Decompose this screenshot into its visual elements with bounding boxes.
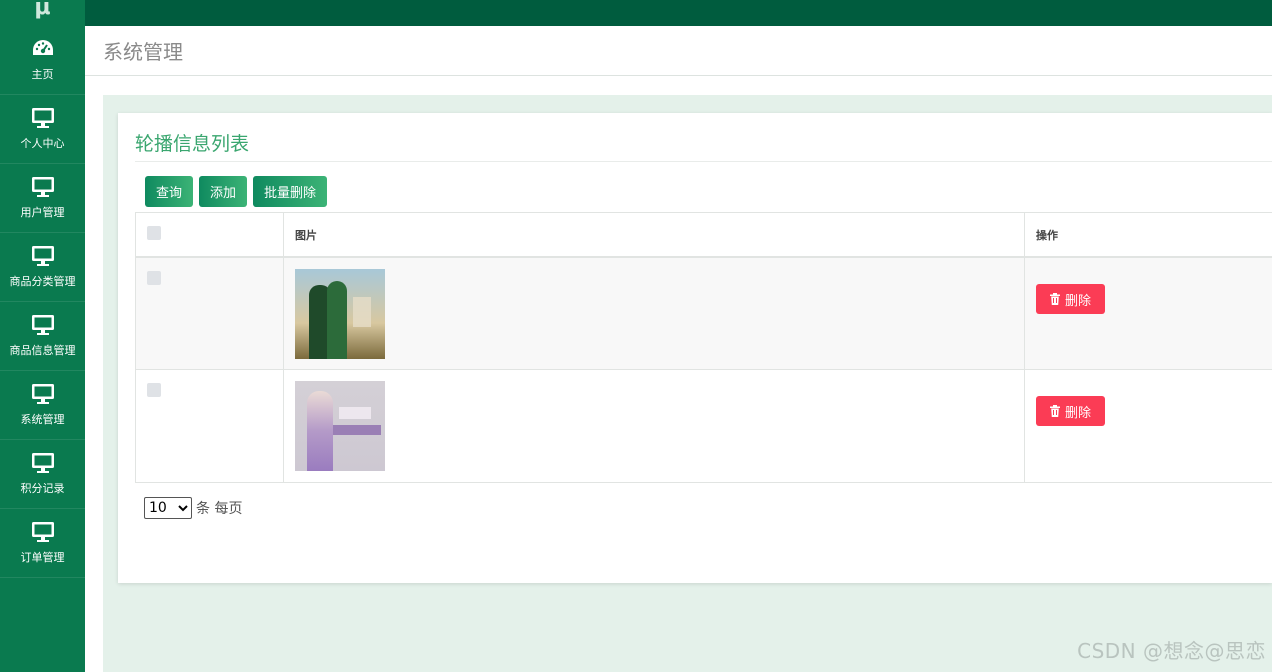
table-row: 删除 — [136, 370, 1272, 482]
dashboard-icon — [32, 40, 53, 55]
panel-divider — [135, 161, 1272, 162]
delete-button[interactable]: 删除 — [1036, 396, 1105, 426]
select-all-checkbox[interactable] — [147, 226, 161, 240]
sidebar-item-personal-center[interactable]: 个人中心 — [0, 95, 85, 164]
sidebar: μ 主页 个人中心 用户管理 商品分类管理 商品信息管理 系统管理 积分记录 订… — [0, 0, 85, 672]
image-cell — [284, 370, 1025, 482]
table-row: 删除 — [136, 258, 1272, 370]
row-checkbox-cell — [136, 258, 284, 369]
monitor-icon — [31, 453, 54, 473]
row-checkbox[interactable] — [147, 271, 161, 285]
monitor-icon — [31, 522, 54, 542]
top-bar — [85, 0, 1272, 26]
pager: 102050 条 每页 — [144, 497, 242, 519]
list-panel: 轮播信息列表 查询 添加 批量删除 图片 操作 删除 删除 10 条 每页 — [118, 113, 1272, 583]
page-size-select[interactable]: 102050 — [144, 497, 192, 519]
monitor-icon — [31, 384, 54, 404]
actions-cell: 删除 — [1025, 370, 1272, 482]
delete-label: 删除 — [1064, 293, 1091, 309]
sidebar-item-label: 商品信息管理 — [9, 344, 76, 357]
monitor-icon — [31, 315, 54, 335]
sidebar-item-product-management[interactable]: 商品信息管理 — [0, 302, 85, 371]
table-header: 图片 操作 — [136, 213, 1272, 258]
page-header: 系统管理 — [85, 26, 1272, 76]
sidebar-item-label: 主页 — [31, 68, 54, 81]
sidebar-item-order-management[interactable]: 订单管理 — [0, 509, 85, 578]
sidebar-item-label: 积分记录 — [20, 482, 65, 495]
sidebar-item-label: 订单管理 — [20, 551, 65, 564]
trash-icon — [1049, 405, 1060, 417]
delete-label: 删除 — [1064, 405, 1091, 421]
logo: μ — [0, 0, 85, 26]
row-checkbox[interactable] — [147, 383, 161, 397]
carousel-table: 图片 操作 删除 删除 — [135, 212, 1272, 483]
batch-delete-button[interactable]: 批量删除 — [253, 176, 328, 207]
sidebar-item-label: 商品分类管理 — [9, 275, 76, 288]
sidebar-item-user-management[interactable]: 用户管理 — [0, 164, 85, 233]
row-checkbox-cell — [136, 370, 284, 482]
sidebar-item-category-management[interactable]: 商品分类管理 — [0, 233, 85, 302]
sidebar-item-system-management[interactable]: 系统管理 — [0, 371, 85, 440]
watermark: CSDN @想念@思恋 — [1077, 639, 1266, 663]
add-button[interactable]: 添加 — [199, 176, 248, 207]
sidebar-item-home[interactable]: 主页 — [0, 26, 85, 95]
page-title: 系统管理 — [103, 40, 183, 64]
header-checkbox-cell — [136, 213, 284, 256]
panel-title: 轮播信息列表 — [135, 133, 250, 155]
monitor-icon — [31, 108, 54, 128]
page-size-suffix: 条 每页 — [196, 501, 243, 517]
query-button[interactable]: 查询 — [145, 176, 194, 207]
banner-image-2[interactable] — [295, 381, 385, 471]
image-cell — [284, 258, 1025, 369]
delete-button[interactable]: 删除 — [1036, 284, 1105, 314]
monitor-icon — [31, 246, 54, 266]
sidebar-item-label: 个人中心 — [20, 137, 65, 150]
toolbar: 查询 添加 批量删除 — [145, 176, 328, 207]
actions-cell: 删除 — [1025, 258, 1272, 369]
column-header-image: 图片 — [284, 213, 1025, 256]
column-header-actions: 操作 — [1036, 228, 1058, 242]
trash-icon — [1049, 293, 1060, 305]
sidebar-item-label: 用户管理 — [20, 206, 65, 219]
sidebar-item-points-records[interactable]: 积分记录 — [0, 440, 85, 509]
banner-image-1[interactable] — [295, 269, 385, 359]
monitor-icon — [31, 177, 54, 197]
logo-text: μ — [34, 0, 51, 20]
sidebar-item-label: 系统管理 — [20, 413, 65, 426]
